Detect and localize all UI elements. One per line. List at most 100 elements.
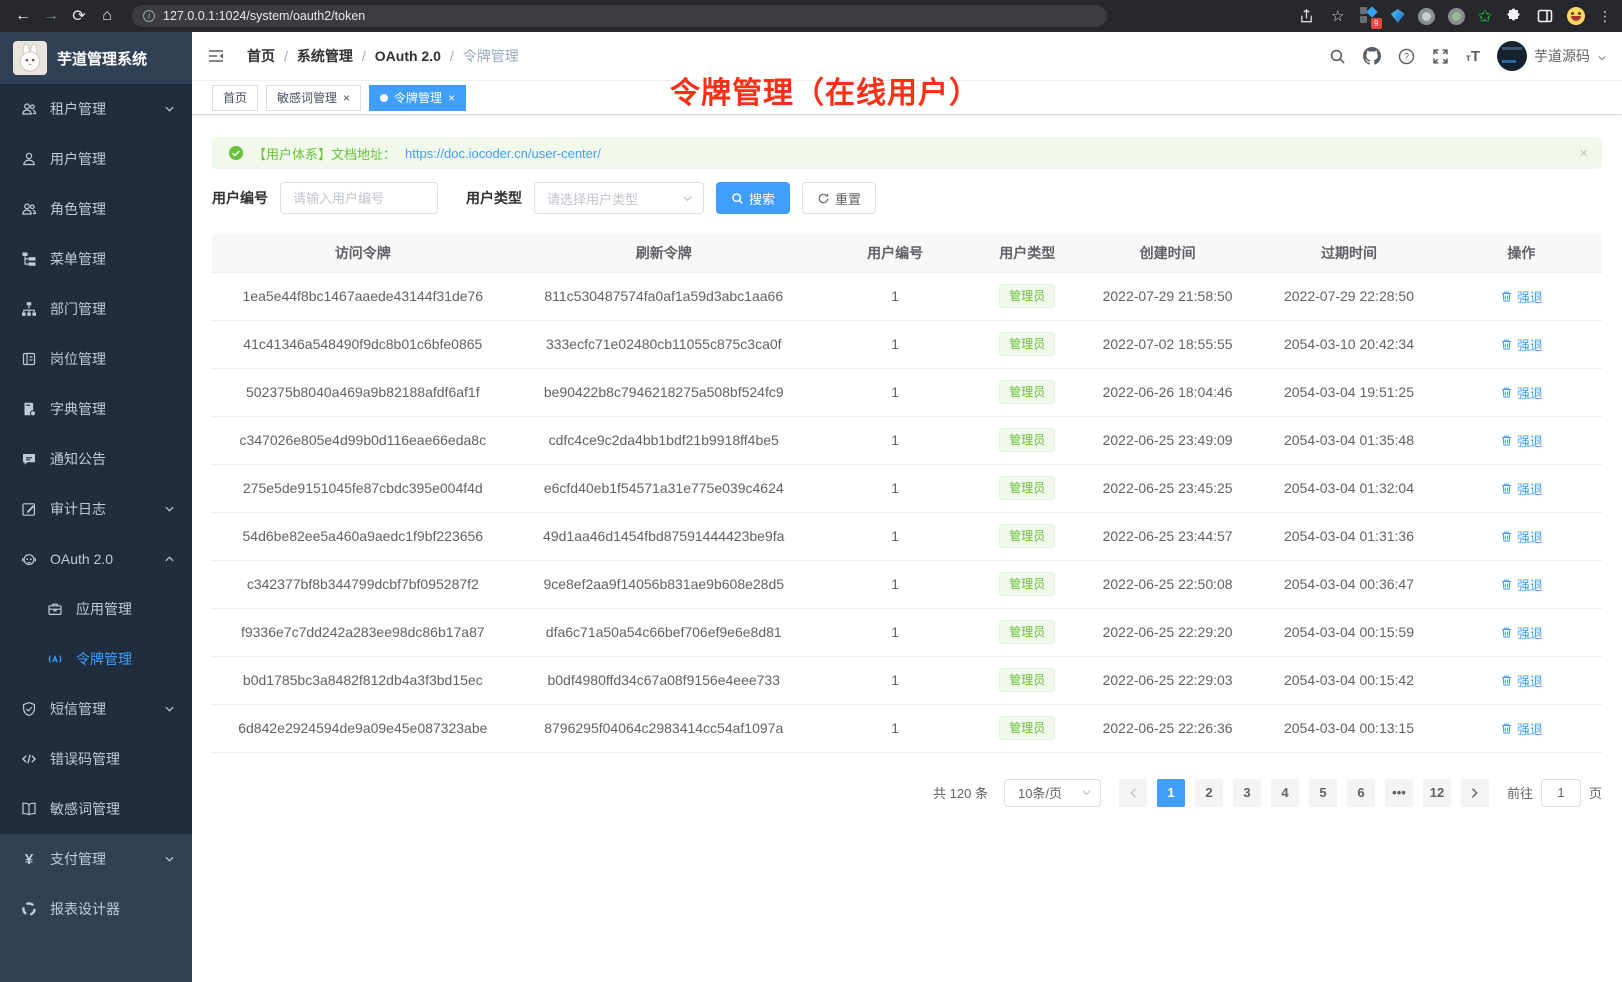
page-size-select[interactable]: 10条/页: [1004, 779, 1101, 807]
sidebar-item-report[interactable]: 报表设计器: [0, 884, 192, 934]
table-header-row: 访问令牌刷新令牌用户编号用户类型创建时间过期时间操作: [212, 234, 1602, 272]
sidebar-item-error-code[interactable]: 错误码管理: [0, 734, 192, 784]
filter-form: 用户编号 用户类型 请选择用户类型 搜索 重置: [212, 182, 1602, 214]
search-button[interactable]: 搜索: [716, 182, 790, 214]
doc-link[interactable]: https://doc.iocoder.cn/user-center/: [405, 146, 601, 161]
chevron-down-icon: [1597, 54, 1607, 62]
force-logout-button[interactable]: 强退: [1500, 335, 1543, 354]
sidebar-item-label: 错误码管理: [50, 749, 120, 769]
sidebar-item-role[interactable]: 角色管理: [0, 184, 192, 234]
pager-more-button[interactable]: •••: [1385, 779, 1413, 807]
tab-home[interactable]: 首页: [212, 85, 258, 111]
extensions-puzzle-icon[interactable]: [1505, 7, 1523, 25]
cell-created-time: 2022-07-02 18:55:55: [1078, 320, 1257, 368]
breadcrumb-item-3: 令牌管理: [463, 46, 519, 66]
user-icon: [21, 151, 37, 167]
tab-sensitive-word[interactable]: 敏感词管理×: [266, 85, 361, 111]
sidebar-item-menu[interactable]: 菜单管理: [0, 234, 192, 284]
force-logout-button[interactable]: 强退: [1500, 719, 1543, 738]
breadcrumb-item-0[interactable]: 首页: [247, 46, 275, 66]
page-button-1[interactable]: 1: [1157, 779, 1185, 807]
chevron-down-icon: [164, 505, 175, 514]
profile-avatar-icon[interactable]: [1567, 7, 1585, 25]
force-logout-button[interactable]: 强退: [1500, 479, 1543, 498]
home-icon[interactable]: ⌂: [94, 3, 120, 29]
side-panel-icon[interactable]: [1536, 7, 1554, 25]
tab-close-icon[interactable]: ×: [448, 92, 455, 104]
next-page-button[interactable]: [1461, 779, 1489, 807]
user-type-tag: 管理员: [999, 428, 1055, 452]
font-size-icon[interactable]: тT: [1466, 48, 1480, 65]
table-row: c342377bf8b344799dcbf7bf095287f29ce8ef2a…: [212, 560, 1602, 608]
site-info-icon[interactable]: i: [143, 10, 155, 22]
force-logout-button[interactable]: 强退: [1500, 671, 1543, 690]
cell-user-type: 管理员: [976, 272, 1077, 320]
force-logout-button[interactable]: 强退: [1500, 383, 1543, 402]
page-button-3[interactable]: 3: [1233, 779, 1261, 807]
prev-page-button[interactable]: [1119, 779, 1147, 807]
browser-menu-icon[interactable]: ⋮: [1598, 8, 1612, 25]
page-button-12[interactable]: 12: [1423, 779, 1451, 807]
cell-refresh-token: b0df4980ffd34c67a08f9156e4eee733: [514, 656, 814, 704]
sidebar-item-tenant[interactable]: 租户管理: [0, 84, 192, 134]
fullscreen-icon[interactable]: [1432, 48, 1449, 65]
star-extension-icon[interactable]: ✩: [1478, 8, 1492, 25]
breadcrumb-item-2[interactable]: OAuth 2.0: [375, 48, 441, 64]
sidebar-item-user[interactable]: 用户管理: [0, 134, 192, 184]
user-type-tag: 管理员: [999, 572, 1055, 596]
reload-icon[interactable]: ⟳: [66, 3, 92, 29]
sidebar-item-dict[interactable]: 字典管理: [0, 384, 192, 434]
force-logout-button[interactable]: 强退: [1500, 623, 1543, 642]
help-icon[interactable]: ?: [1398, 48, 1415, 65]
page-button-6[interactable]: 6: [1347, 779, 1375, 807]
gem-extension-icon[interactable]: [1391, 9, 1405, 23]
sidebar-item-notice[interactable]: 通知公告: [0, 434, 192, 484]
user-type-select[interactable]: 请选择用户类型: [534, 182, 704, 214]
breadcrumb-item-1[interactable]: 系统管理: [297, 46, 353, 66]
tab-close-icon[interactable]: ×: [343, 92, 350, 104]
sidebar-item-oauth2-app[interactable]: 应用管理: [0, 584, 192, 634]
cell-created-time: 2022-06-26 18:04:46: [1078, 368, 1257, 416]
sidebar-collapse-icon[interactable]: [207, 47, 225, 65]
user-id-input[interactable]: [280, 182, 438, 214]
back-icon[interactable]: ←: [10, 3, 36, 29]
extension-grid-icon[interactable]: 9: [1360, 7, 1378, 25]
cell-actions: 强退: [1441, 512, 1602, 560]
users-icon: [21, 101, 37, 117]
reset-button[interactable]: 重置: [802, 182, 876, 214]
table-body: 1ea5e44f8bc1467aaede43144f31de76811c5304…: [212, 272, 1602, 752]
app-logo-row[interactable]: 芋道管理系统: [0, 32, 192, 84]
sidebar-item-dept[interactable]: 部门管理: [0, 284, 192, 334]
tab-token[interactable]: 令牌管理×: [369, 85, 466, 111]
green-extension-icon[interactable]: [1448, 8, 1465, 25]
url-text: 127.0.0.1:1024/system/oauth2/token: [163, 9, 365, 23]
sidebar-item-sensitive-word[interactable]: 敏感词管理: [0, 784, 192, 834]
search-icon[interactable]: [1329, 48, 1346, 65]
share-icon[interactable]: [1298, 7, 1316, 25]
bookmark-star-icon[interactable]: ☆: [1329, 7, 1347, 25]
goto-page-input[interactable]: [1541, 779, 1581, 807]
page-button-4[interactable]: 4: [1271, 779, 1299, 807]
force-logout-button[interactable]: 强退: [1500, 575, 1543, 594]
force-logout-button[interactable]: 强退: [1500, 287, 1543, 306]
user-menu[interactable]: 芋道源码: [1497, 41, 1607, 71]
sidebar-item-oauth2-token[interactable]: 令牌管理: [0, 634, 192, 684]
gray-extension-icon[interactable]: [1418, 8, 1435, 25]
sidebar-item-oauth2[interactable]: OAuth 2.0: [0, 534, 192, 584]
github-icon[interactable]: [1363, 47, 1381, 65]
sidebar-item-post[interactable]: 岗位管理: [0, 334, 192, 384]
topbar-actions: ? тT 芋道源码: [1329, 41, 1607, 71]
page-button-2[interactable]: 2: [1195, 779, 1223, 807]
sidebar-item-audit-log[interactable]: 审计日志: [0, 484, 192, 534]
page-button-5[interactable]: 5: [1309, 779, 1337, 807]
forward-icon[interactable]: →: [38, 3, 64, 29]
annotation-overlay-text: 令牌管理（在线用户）: [670, 68, 980, 112]
force-logout-button[interactable]: 强退: [1500, 431, 1543, 450]
force-logout-button[interactable]: 强退: [1500, 527, 1543, 546]
sidebar-item-pay[interactable]: ¥支付管理: [0, 834, 192, 884]
sidebar-item-sms[interactable]: 短信管理: [0, 684, 192, 734]
column-header: 操作: [1441, 234, 1602, 272]
address-bar[interactable]: i 127.0.0.1:1024/system/oauth2/token: [132, 5, 1107, 27]
alert-close-icon[interactable]: ×: [1579, 146, 1588, 161]
main-area: 首页/系统管理/OAuth 2.0/令牌管理 ? тT 芋道源码: [192, 32, 1622, 982]
